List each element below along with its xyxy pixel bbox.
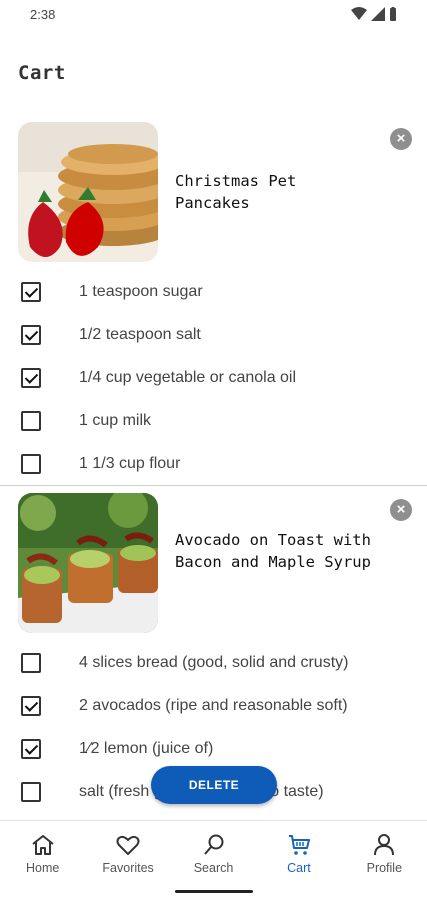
ingredient-list: 1 teaspoon sugar 1/2 teaspoon salt 1/4 c… xyxy=(0,270,427,485)
ingredient-item: 1 cup milk xyxy=(0,399,427,442)
close-circle-icon: × xyxy=(396,501,406,518)
ingredient-checkbox[interactable] xyxy=(21,367,41,388)
ingredient-label: 4 slices bread (good, solid and crusty) xyxy=(79,653,349,671)
ingredient-checkbox[interactable] xyxy=(21,652,41,673)
recipe-image[interactable] xyxy=(18,493,158,633)
ingredient-label: 1/4 cup vegetable or canola oil xyxy=(79,368,297,386)
ingredient-checkbox[interactable] xyxy=(21,410,41,431)
status-icons xyxy=(351,7,397,26)
page-title: Cart xyxy=(18,62,66,84)
wifi-icon xyxy=(351,7,367,26)
ingredient-label: 1/2 teaspoon salt xyxy=(79,325,201,343)
nav-item-home[interactable]: Home xyxy=(0,821,85,900)
ingredient-item: 1⁄2 lemon (juice of) xyxy=(0,727,427,770)
ingredient-checkbox[interactable] xyxy=(21,738,41,759)
delete-button[interactable]: DELETE xyxy=(151,766,277,804)
nav-item-search[interactable]: Search xyxy=(171,821,256,900)
home-indicator xyxy=(175,890,253,893)
nav-item-profile[interactable]: Profile xyxy=(342,821,427,900)
recipe-header: Avocado on Toast with Bacon and Maple Sy… xyxy=(0,493,427,635)
status-time: 2:38 xyxy=(30,7,56,22)
ingredient-checkbox[interactable] xyxy=(21,324,41,345)
ingredient-label: 1 cup milk xyxy=(79,411,152,429)
nav-label: Favorites xyxy=(102,861,154,875)
cart-icon xyxy=(288,835,310,855)
status-bar: 2:38 xyxy=(0,0,427,30)
bottom-nav: Home Favorites Search Cart Profile xyxy=(0,820,427,900)
nav-label: Profile xyxy=(366,861,403,875)
ingredient-checkbox[interactable] xyxy=(21,453,41,474)
ingredient-item: 1 teaspoon sugar xyxy=(0,270,427,313)
recipe-title: Christmas Pet Pancakes xyxy=(175,172,297,212)
ingredient-label: 1 1/3 cup flour xyxy=(79,454,181,472)
remove-recipe-button[interactable]: × xyxy=(390,499,412,521)
ingredient-item: 1/2 teaspoon salt xyxy=(0,313,427,356)
battery-icon xyxy=(389,7,397,26)
nav-item-cart[interactable]: Cart xyxy=(256,821,341,900)
ingredient-item: 1 1/3 cup flour xyxy=(0,442,427,485)
ingredient-checkbox[interactable] xyxy=(21,281,41,302)
recipe-header: Christmas Pet Pancakes × xyxy=(0,122,427,264)
nav-label: Cart xyxy=(287,861,311,875)
signal-icon xyxy=(371,7,385,26)
close-circle-icon: × xyxy=(396,130,406,147)
recipe-title: Avocado on Toast with Bacon and Maple Sy… xyxy=(175,531,371,571)
heart-icon xyxy=(116,835,140,855)
remove-recipe-button[interactable]: × xyxy=(390,128,412,150)
nav-item-favorites[interactable]: Favorites xyxy=(85,821,170,900)
ingredient-label: 2 avocados (ripe and reasonable soft) xyxy=(79,696,348,714)
search-icon xyxy=(203,834,224,855)
nav-label: Home xyxy=(26,861,60,875)
ingredient-checkbox[interactable] xyxy=(21,781,41,802)
ingredient-checkbox[interactable] xyxy=(21,695,41,716)
divider xyxy=(0,485,427,486)
ingredient-label: 1 teaspoon sugar xyxy=(79,282,203,300)
ingredient-label: 1⁄2 lemon (juice of) xyxy=(79,739,214,757)
recipe-card: Christmas Pet Pancakes × 1 teaspoon suga… xyxy=(0,122,427,485)
profile-icon xyxy=(374,834,395,856)
ingredient-item: 2 avocados (ripe and reasonable soft) xyxy=(0,684,427,727)
ingredient-item: 1/4 cup vegetable or canola oil xyxy=(0,356,427,399)
ingredient-item: 4 slices bread (good, solid and crusty) xyxy=(0,641,427,684)
recipe-card: Avocado on Toast with Bacon and Maple Sy… xyxy=(0,493,427,813)
home-icon xyxy=(32,835,54,855)
nav-label: Search xyxy=(193,861,234,875)
recipe-image[interactable] xyxy=(18,122,158,262)
